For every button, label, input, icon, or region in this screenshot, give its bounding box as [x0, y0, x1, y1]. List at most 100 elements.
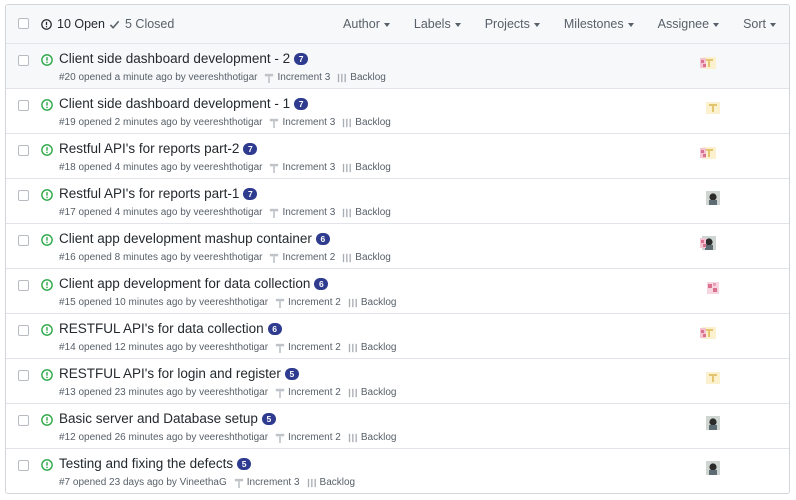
issue-opened-icon — [41, 234, 53, 246]
issue-row[interactable]: Client side dashboard development - 2 7 #2… — [6, 44, 789, 89]
assignee-avatar[interactable] — [704, 415, 720, 431]
milestone-link[interactable]: Increment 3 — [277, 72, 330, 83]
project-link[interactable]: Backlog — [320, 477, 356, 488]
projects-filter[interactable]: Projects — [485, 17, 540, 31]
issue-checkbox[interactable] — [18, 460, 29, 471]
milestone-link[interactable]: Increment 2 — [288, 297, 341, 308]
milestone-link[interactable]: Increment 3 — [282, 207, 335, 218]
comment-count-badge[interactable]: 7 — [243, 142, 258, 155]
assignee-avatar[interactable] — [700, 145, 716, 161]
issue-row[interactable]: RESTFUL API's for login and register 5 #13… — [6, 359, 789, 404]
assignee-avatar[interactable] — [704, 190, 720, 206]
issue-checkbox[interactable] — [18, 370, 29, 381]
issue-title-link[interactable]: Client side dashboard development - 2 — [59, 51, 290, 66]
milestone-icon — [275, 298, 285, 308]
issue-opened-icon — [41, 18, 52, 30]
milestone-icon — [275, 433, 285, 443]
issue-checkbox[interactable] — [18, 100, 29, 111]
issue-opened-icon — [41, 144, 53, 156]
issue-title-link[interactable]: RESTFUL API's for login and register — [59, 366, 281, 381]
labels-filter[interactable]: Labels — [414, 17, 461, 31]
author-filter[interactable]: Author — [343, 17, 390, 31]
caret-down-icon — [770, 23, 776, 27]
issue-row[interactable]: Client app development mashup container 6… — [6, 224, 789, 269]
assignee-avatar[interactable] — [704, 280, 720, 296]
issue-title-line: RESTFUL API's for login and register 5 — [59, 366, 299, 381]
project-icon — [307, 478, 316, 487]
assignee-avatar[interactable] — [704, 370, 720, 386]
comment-count-badge[interactable]: 5 — [261, 412, 276, 425]
issue-meta: #15 opened 10 minutes ago by veereshthot… — [59, 297, 396, 308]
milestone-link[interactable]: Increment 3 — [282, 162, 335, 173]
issue-title-link[interactable]: RESTFUL API's for data collection — [59, 321, 264, 336]
project-link[interactable]: Backlog — [361, 342, 397, 353]
milestone-link[interactable]: Increment 2 — [288, 387, 341, 398]
issue-meta: #16 opened 8 minutes ago by veereshthoti… — [59, 252, 391, 263]
milestone-link[interactable]: Increment 3 — [247, 477, 300, 488]
filter-bar: Author Labels Projects Milestones Assign… — [319, 17, 776, 31]
comment-count-badge[interactable]: 7 — [294, 52, 309, 65]
issue-row[interactable]: Testing and fixing the defects 5 #7 opened… — [6, 449, 789, 493]
project-link[interactable]: Backlog — [361, 432, 397, 443]
comment-count-badge[interactable]: 5 — [284, 367, 299, 380]
comment-count-badge[interactable]: 7 — [294, 97, 309, 110]
issue-title-link[interactable]: Basic server and Database setup — [59, 411, 258, 426]
closed-issues-toggle[interactable]: 5 Closed — [109, 17, 174, 31]
milestones-filter[interactable]: Milestones — [564, 17, 634, 31]
project-link[interactable]: Backlog — [355, 252, 391, 263]
sort-filter[interactable]: Sort — [743, 17, 776, 31]
comment-count-badge[interactable]: 5 — [237, 457, 252, 470]
issue-row[interactable]: Client side dashboard development - 1 7 #1… — [6, 89, 789, 134]
assignee-avatar[interactable] — [700, 55, 716, 71]
milestone-link[interactable]: Increment 2 — [288, 432, 341, 443]
assignee-avatar[interactable] — [704, 460, 720, 476]
issue-opened-icon — [41, 324, 53, 336]
labels-filter-label: Labels — [413, 17, 451, 31]
assignee-avatar[interactable] — [700, 325, 716, 341]
select-all-checkbox[interactable] — [18, 18, 29, 29]
issue-opened-info: #13 opened 23 minutes ago by veereshthot… — [59, 387, 269, 398]
issue-row[interactable]: Basic server and Database setup 5 #12 open… — [6, 404, 789, 449]
issue-title-link[interactable]: Restful API's for reports part-1 — [59, 186, 239, 201]
assignee-avatar[interactable] — [704, 100, 720, 116]
milestone-link[interactable]: Increment 3 — [282, 117, 335, 128]
issue-opened-info: #19 opened 2 minutes ago by veereshthoti… — [59, 117, 263, 128]
milestone-icon — [270, 163, 279, 173]
issue-checkbox[interactable] — [18, 190, 29, 201]
project-link[interactable]: Backlog — [361, 387, 397, 398]
open-issues-toggle[interactable]: 10 Open — [41, 17, 105, 31]
assignee-filter[interactable]: Assignee — [658, 17, 720, 31]
issue-opened-icon — [41, 189, 53, 201]
issue-title-link[interactable]: Restful API's for reports part-2 — [59, 141, 239, 156]
issue-checkbox[interactable] — [18, 325, 29, 336]
project-icon — [343, 253, 352, 262]
issue-row[interactable]: RESTFUL API's for data collection 6 #14 op… — [6, 314, 789, 359]
project-link[interactable]: Backlog — [361, 297, 397, 308]
milestone-link[interactable]: Increment 2 — [288, 342, 341, 353]
comment-count-badge[interactable]: 6 — [267, 322, 282, 335]
issue-opened-icon — [41, 369, 53, 381]
milestone-link[interactable]: Increment 2 — [282, 252, 335, 263]
project-link[interactable]: Backlog — [355, 207, 391, 218]
issue-title-link[interactable]: Testing and fixing the defects — [59, 456, 233, 471]
issue-row[interactable]: Restful API's for reports part-1 7 #17 ope… — [6, 179, 789, 224]
issue-checkbox[interactable] — [18, 145, 29, 156]
comment-count-badge[interactable]: 6 — [315, 232, 330, 245]
issue-row[interactable]: Restful API's for reports part-2 7 #18 ope… — [6, 134, 789, 179]
project-link[interactable]: Backlog — [350, 72, 386, 83]
issue-checkbox[interactable] — [18, 55, 29, 66]
comment-count-badge[interactable]: 6 — [314, 277, 329, 290]
issue-checkbox[interactable] — [18, 415, 29, 426]
issue-row[interactable]: Client app development for data collecti… — [6, 269, 789, 314]
issue-checkbox[interactable] — [18, 235, 29, 246]
issue-title-link[interactable]: Client side dashboard development - 1 — [59, 96, 290, 111]
issue-title-link[interactable]: Client app development for data collecti… — [59, 276, 310, 291]
issue-title-link[interactable]: Client app development mashup container — [59, 231, 312, 246]
milestone-icon — [275, 343, 285, 353]
comment-count-badge[interactable]: 7 — [243, 187, 258, 200]
assignee-avatar[interactable] — [700, 235, 716, 251]
issue-checkbox[interactable] — [18, 280, 29, 291]
project-icon — [348, 298, 357, 307]
project-link[interactable]: Backlog — [355, 117, 391, 128]
project-link[interactable]: Backlog — [355, 162, 391, 173]
